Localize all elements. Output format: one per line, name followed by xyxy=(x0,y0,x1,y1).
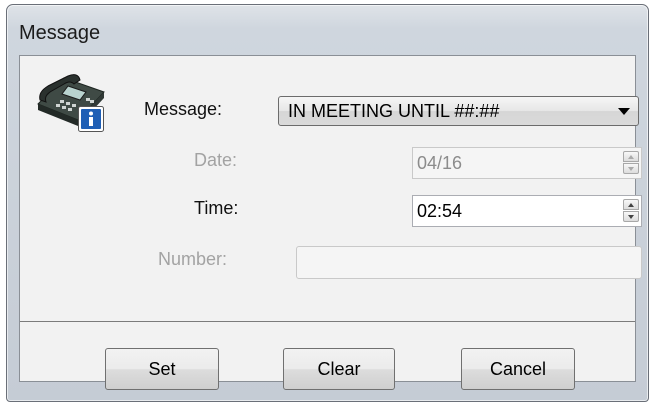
time-field-value: 02:54 xyxy=(417,201,463,221)
message-dialog: Message Message: IN MEETING UNTIL ##:## xyxy=(6,4,649,402)
time-spinner[interactable] xyxy=(623,199,639,223)
date-spinner xyxy=(623,151,639,175)
spin-down-icon xyxy=(623,163,639,174)
set-button[interactable]: Set xyxy=(105,348,219,390)
spin-up-icon[interactable] xyxy=(623,199,639,210)
date-field: 04/16 xyxy=(412,147,642,179)
date-field-value: 04/16 xyxy=(417,153,463,173)
info-icon xyxy=(78,106,104,132)
message-label: Message: xyxy=(144,99,223,119)
message-dropdown-value: IN MEETING UNTIL ##:## xyxy=(288,101,500,121)
time-label: Time: xyxy=(194,198,239,218)
date-label: Date: xyxy=(194,150,238,170)
number-field xyxy=(296,246,642,279)
spin-up-icon xyxy=(623,151,639,162)
title-bar[interactable]: Message xyxy=(7,5,648,53)
message-dropdown[interactable]: IN MEETING UNTIL ##:## xyxy=(278,96,639,126)
cancel-button[interactable]: Cancel xyxy=(461,348,575,390)
button-separator xyxy=(20,321,635,322)
spin-down-icon[interactable] xyxy=(623,211,639,222)
window-title: Message xyxy=(19,22,101,44)
clear-button[interactable]: Clear xyxy=(283,348,395,390)
number-label: Number: xyxy=(158,249,228,269)
chevron-down-icon[interactable] xyxy=(618,108,630,115)
dialog-body: Message: IN MEETING UNTIL ##:## Date: 04… xyxy=(19,55,642,390)
time-field[interactable]: 02:54 xyxy=(412,195,642,227)
